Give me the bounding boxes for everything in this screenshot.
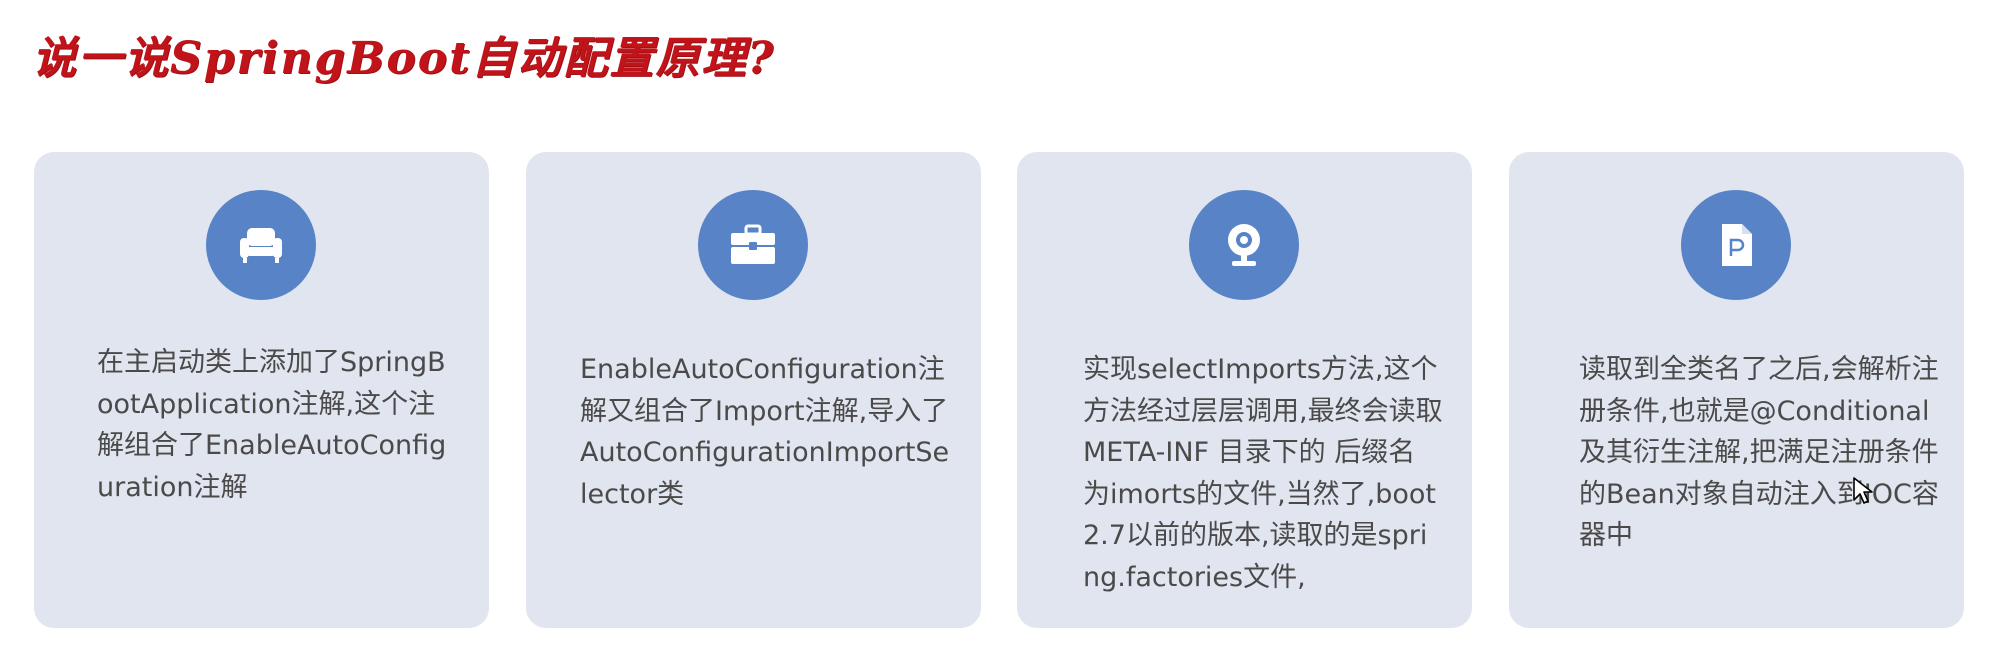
- armchair-icon: [206, 190, 316, 300]
- card-text: 实现selectImports方法,这个方法经过层层调用,最终会读取META-I…: [1083, 354, 1443, 593]
- card-text: 在主启动类上添加了SpringBootApplication注解,这个注解组合了…: [97, 347, 447, 503]
- mouse-cursor-icon: [1853, 477, 1873, 504]
- page-title: 说一说SpringBoot自动配置原理?: [32, 33, 776, 84]
- card-step-1: 在主启动类上添加了SpringBootApplication注解,这个注解组合了…: [34, 152, 489, 628]
- card-step-4: 读取到全类名了之后,会解析注册条件,也就是@Conditional及其衍生注解,…: [1509, 152, 1964, 628]
- card-step-3: 实现selectImports方法,这个方法经过层层调用,最终会读取META-I…: [1017, 152, 1472, 628]
- card-text: EnableAutoConfiguration注解又组合了Import注解,导入…: [580, 354, 950, 510]
- webcam-icon: [1189, 190, 1299, 300]
- card-text: 读取到全类名了之后,会解析注册条件,也就是@Conditional及其衍生注解,…: [1579, 354, 1939, 551]
- card-step-2: EnableAutoConfiguration注解又组合了Import注解,导入…: [526, 152, 981, 628]
- p-document-icon: [1681, 190, 1791, 300]
- toolbox-icon: [698, 190, 808, 300]
